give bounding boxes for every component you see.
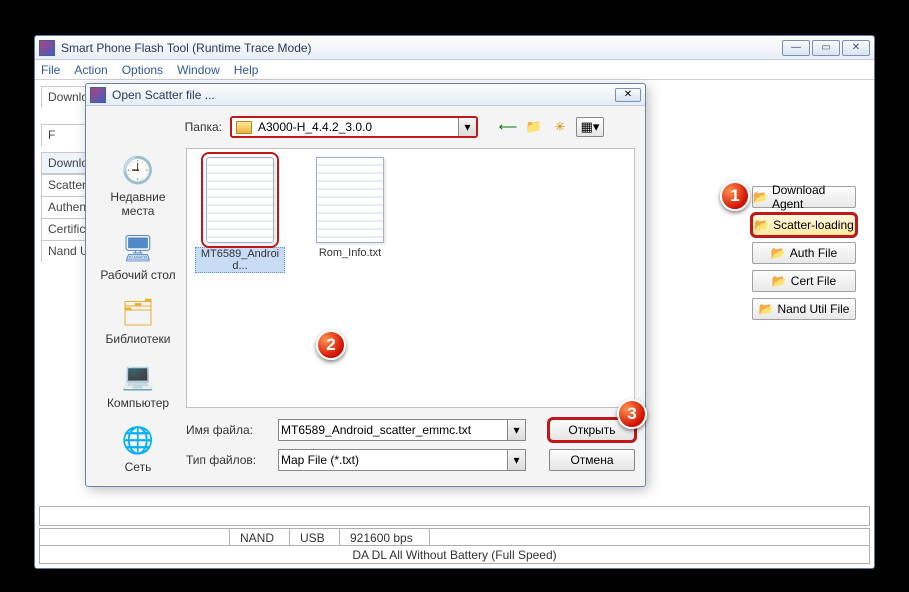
open-file-dialog: Open Scatter file ... ✕ Папка: A3000-H_4… bbox=[85, 83, 646, 487]
minimize-button[interactable]: — bbox=[782, 40, 810, 56]
folder-icon: 📂 bbox=[754, 218, 769, 232]
menu-file[interactable]: File bbox=[41, 63, 60, 77]
scatter-loading-button[interactable]: 📂Scatter-loading bbox=[752, 214, 856, 236]
chevron-down-icon[interactable]: ▾ bbox=[507, 450, 525, 470]
menu-window[interactable]: Window bbox=[177, 63, 220, 77]
view-menu-icon[interactable]: ▦▾ bbox=[576, 117, 604, 137]
status-usb: USB bbox=[290, 529, 340, 545]
folder-name: A3000-H_4.4.2_3.0.0 bbox=[256, 120, 458, 134]
network-icon: 🌐 bbox=[118, 422, 158, 458]
download-agent-button[interactable]: 📂Download Agent bbox=[752, 186, 856, 208]
file-type-field-label: Тип файлов: bbox=[186, 453, 270, 467]
folder-combo[interactable]: A3000-H_4.4.2_3.0.0 ▾ bbox=[230, 116, 478, 138]
folder-icon: 📂 bbox=[759, 302, 774, 316]
back-icon[interactable]: ⟵ bbox=[498, 117, 518, 137]
place-recent[interactable]: 🕘Недавние места bbox=[95, 152, 181, 218]
recent-icon: 🕘 bbox=[118, 152, 158, 188]
status-bar: NAND USB 921600 bps DA DL All Without Ba… bbox=[39, 506, 870, 568]
places-bar: 🕘Недавние места 🖥Рабочий стол 🗂Библиотек… bbox=[92, 152, 184, 474]
title-bar: Smart Phone Flash Tool (Runtime Trace Mo… bbox=[35, 36, 874, 60]
maximize-button[interactable]: ▭ bbox=[812, 40, 840, 56]
folder-icon bbox=[236, 121, 252, 134]
folder-icon: 📂 bbox=[772, 274, 787, 288]
annotation-badge-1: 1 bbox=[720, 181, 750, 211]
dialog-close-button[interactable]: ✕ bbox=[615, 88, 641, 102]
file-item-rominfo[interactable]: Rom_Info.txt bbox=[305, 157, 395, 259]
dialog-icon bbox=[90, 87, 106, 103]
desktop-icon: 🖥 bbox=[118, 230, 158, 266]
cert-file-button[interactable]: 📂Cert File bbox=[752, 270, 856, 292]
folder-label: Папка: bbox=[172, 120, 222, 134]
folder-icon: 📂 bbox=[753, 190, 768, 204]
annotation-badge-3: 3 bbox=[617, 399, 647, 429]
up-folder-icon[interactable]: 📁 bbox=[524, 117, 544, 137]
place-desktop[interactable]: 🖥Рабочий стол bbox=[95, 230, 181, 282]
window-title: Smart Phone Flash Tool (Runtime Trace Mo… bbox=[61, 41, 782, 55]
file-name-field-label: Имя файла: bbox=[186, 423, 270, 437]
cancel-button[interactable]: Отмена bbox=[549, 449, 635, 471]
file-name-label: MT6589_Android... bbox=[195, 247, 285, 273]
status-nand: NAND bbox=[230, 529, 290, 545]
chevron-down-icon[interactable]: ▾ bbox=[507, 420, 525, 440]
place-libraries[interactable]: 🗂Библиотеки bbox=[95, 294, 181, 346]
menu-action[interactable]: Action bbox=[74, 63, 107, 77]
place-network[interactable]: 🌐Сеть bbox=[95, 422, 181, 474]
menu-bar: File Action Options Window Help bbox=[35, 60, 874, 80]
dialog-title: Open Scatter file ... bbox=[112, 88, 615, 102]
new-folder-icon[interactable]: ✳ bbox=[550, 117, 570, 137]
file-name-input[interactable]: MT6589_Android_scatter_emmc.txt▾ bbox=[278, 419, 526, 441]
app-icon bbox=[39, 40, 55, 56]
nand-util-button[interactable]: 📂Nand Util File bbox=[752, 298, 856, 320]
folder-icon: 📂 bbox=[771, 246, 786, 260]
computer-icon: 💻 bbox=[118, 358, 158, 394]
auth-file-button[interactable]: 📂Auth File bbox=[752, 242, 856, 264]
menu-options[interactable]: Options bbox=[122, 63, 163, 77]
libraries-icon: 🗂 bbox=[118, 294, 158, 330]
chevron-down-icon[interactable]: ▾ bbox=[458, 118, 476, 136]
annotation-badge-2: 2 bbox=[316, 330, 346, 360]
file-thumb-icon bbox=[316, 157, 384, 243]
file-item-scatter[interactable]: MT6589_Android... bbox=[195, 157, 285, 273]
menu-help[interactable]: Help bbox=[234, 63, 259, 77]
file-name-label: Rom_Info.txt bbox=[305, 247, 395, 259]
status-mode: DA DL All Without Battery (Full Speed) bbox=[39, 546, 870, 564]
file-list[interactable]: MT6589_Android... Rom_Info.txt bbox=[186, 148, 635, 408]
status-baud: 921600 bps bbox=[340, 529, 430, 545]
close-button[interactable]: ✕ bbox=[842, 40, 870, 56]
file-thumb-icon bbox=[206, 157, 274, 243]
place-computer[interactable]: 💻Компьютер bbox=[95, 358, 181, 410]
file-type-combo[interactable]: Map File (*.txt)▾ bbox=[278, 449, 526, 471]
progress-bar bbox=[39, 506, 870, 526]
